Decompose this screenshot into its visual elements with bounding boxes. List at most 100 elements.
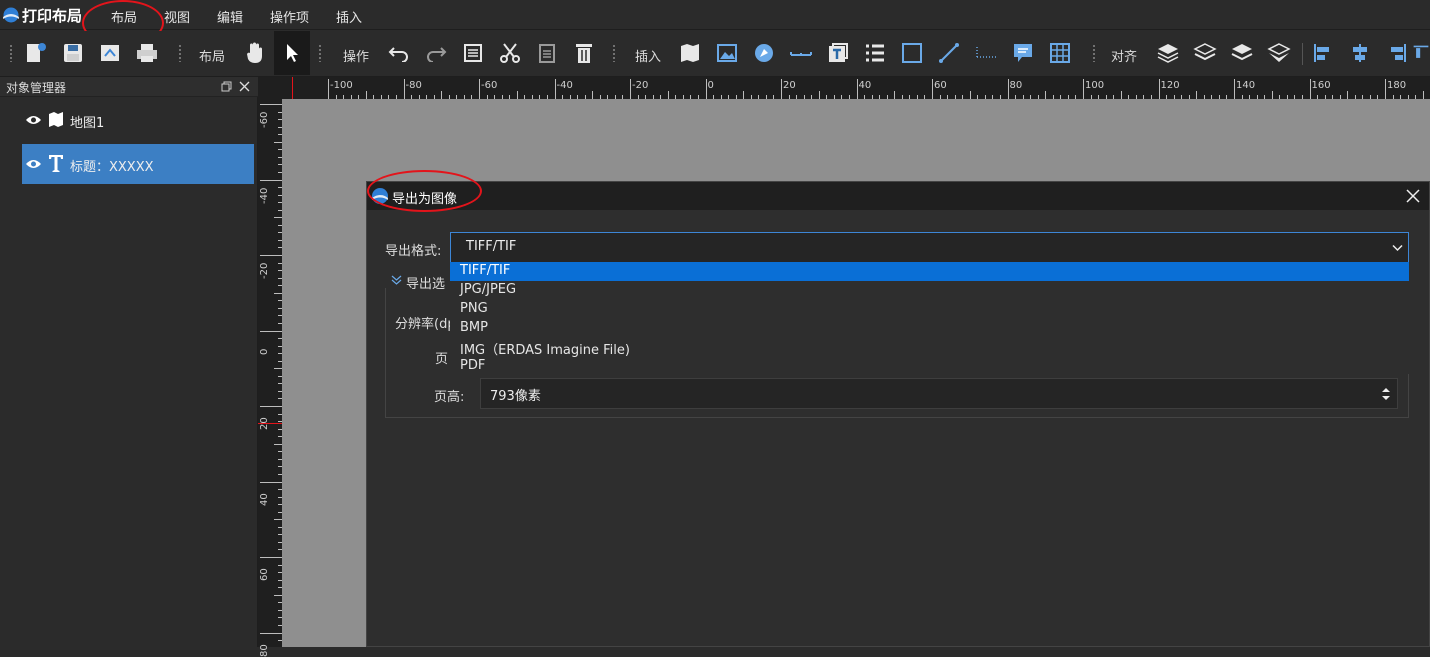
ruler-major-tick <box>260 104 282 105</box>
send-to-back-icon[interactable] <box>1261 31 1297 75</box>
horizontal-ruler: -100 -80 -60 -40 -20 0 20 40 60 80 100 120 140 160 180 <box>258 77 1430 99</box>
ruler-major-tick <box>781 79 782 99</box>
ruler-minor-tick <box>274 292 282 294</box>
ruler-label: 40 <box>259 492 270 506</box>
format-label: 导出格式: <box>385 244 442 259</box>
cut-icon[interactable] <box>492 31 528 75</box>
insert-legend-icon[interactable] <box>857 31 893 75</box>
bring-forward-icon[interactable] <box>1187 31 1223 75</box>
align-left-icon[interactable] <box>1305 31 1341 75</box>
insert-map-icon[interactable] <box>672 31 708 75</box>
delete-icon[interactable] <box>566 31 602 75</box>
export-image-dialog: 导出为图像 导出格式: TIFF/TIF 导出选 分辨率(dp 页 页高: 79… <box>366 170 1430 647</box>
ruler-minor-tick <box>274 519 282 521</box>
format-option-tiff[interactable]: TIFF/TIF <box>450 262 1409 281</box>
ruler-label: 140 <box>1236 80 1256 91</box>
ruler-label: 60 <box>259 568 270 581</box>
page-height-spinbox[interactable]: 793像素 <box>480 378 1398 409</box>
sidebar-item-map[interactable]: 地图1 <box>22 100 254 140</box>
visibility-eye-icon[interactable] <box>25 114 42 126</box>
object-manager-header: 对象管理器 <box>0 77 258 97</box>
ruler-minor-tick <box>1347 91 1349 99</box>
ruler-major-tick <box>1309 79 1311 99</box>
insert-callout-icon[interactable] <box>1005 31 1041 75</box>
insert-table-icon[interactable] <box>1042 31 1078 75</box>
toolbar-operation-label: 操作 <box>343 50 370 65</box>
sidebar-item-label: 标题：XXXXX <box>70 160 154 175</box>
insert-arrow-icon[interactable] <box>968 31 1004 75</box>
menu-view[interactable]: 视图 <box>164 7 190 26</box>
redo-icon[interactable] <box>418 31 454 75</box>
ruler-major-tick <box>1007 79 1009 99</box>
ruler-minor-tick <box>365 91 367 99</box>
format-option-jpg[interactable]: JPG/JPEG <box>450 281 1409 300</box>
ruler-major-tick <box>260 255 282 256</box>
menu-edit[interactable]: 编辑 <box>217 7 243 26</box>
toolbar: 布局 操作 插入 对齐 <box>0 31 1430 77</box>
spinner-arrows-icon[interactable] <box>1381 386 1391 402</box>
ruler-major-tick <box>260 632 282 634</box>
print-icon[interactable] <box>129 31 165 75</box>
copy-icon[interactable] <box>455 31 491 75</box>
ruler-label: -20 <box>259 262 270 279</box>
ruler-minor-tick <box>1271 91 1273 99</box>
insert-compass-icon[interactable] <box>746 31 782 75</box>
ruler-label: 100 <box>1085 80 1105 91</box>
bring-to-front-icon[interactable] <box>1150 31 1186 75</box>
ruler-major-tick <box>260 330 282 332</box>
undo-icon[interactable] <box>381 31 417 75</box>
ruler-minor-tick <box>1196 91 1198 99</box>
menu-insert[interactable]: 插入 <box>336 7 362 26</box>
align-right-icon[interactable] <box>1379 31 1415 75</box>
insert-scale-bar-icon[interactable] <box>783 31 819 75</box>
toolbar-insert-label: 插入 <box>635 50 662 65</box>
ruler-major-tick <box>1385 79 1386 99</box>
vertical-ruler: -60-40-20020406080 <box>258 99 282 657</box>
chevron-down-icon <box>1392 244 1403 252</box>
pan-hand-icon[interactable] <box>237 31 273 75</box>
align-top-icon[interactable] <box>1412 31 1430 75</box>
ruler-minor-tick <box>1045 91 1047 99</box>
insert-line-icon[interactable] <box>931 31 967 75</box>
format-select[interactable]: TIFF/TIF <box>450 232 1409 263</box>
ruler-label: 80 <box>1009 80 1023 91</box>
ruler-major-tick <box>554 79 556 99</box>
ruler-minor-tick <box>274 217 282 219</box>
text-icon <box>49 155 63 172</box>
visibility-eye-icon[interactable] <box>25 158 42 170</box>
toolbar-align-label: 对齐 <box>1111 50 1138 65</box>
format-option-bmp[interactable]: BMP <box>450 319 1409 338</box>
ruler-minor-tick <box>1422 91 1424 99</box>
close-panel-icon[interactable] <box>239 81 250 92</box>
align-center-icon[interactable] <box>1342 31 1378 75</box>
close-icon[interactable] <box>1406 189 1420 203</box>
ruler-minor-tick <box>592 91 594 99</box>
format-option-img[interactable]: IMG（ERDAS Imagine File) <box>450 338 1409 358</box>
ruler-label: -20 <box>632 80 649 91</box>
toolbar-grip <box>612 44 616 62</box>
chevron-double-down-icon[interactable] <box>391 275 402 285</box>
select-pointer-icon[interactable] <box>274 31 310 75</box>
ruler-minor-tick <box>274 443 282 445</box>
save-icon[interactable] <box>55 31 91 75</box>
insert-rectangle-icon[interactable] <box>894 31 930 75</box>
ruler-major-tick <box>1158 79 1160 99</box>
page-height-label: 页高: <box>434 390 465 405</box>
sidebar-item-title[interactable]: 标题：XXXXX <box>22 144 254 184</box>
float-panel-icon[interactable] <box>221 81 232 92</box>
menu-operations[interactable]: 操作项 <box>270 7 309 26</box>
insert-text-icon[interactable] <box>820 31 856 75</box>
export-icon[interactable] <box>92 31 128 75</box>
send-backward-icon[interactable] <box>1224 31 1260 75</box>
format-option-png[interactable]: PNG <box>450 300 1409 319</box>
format-dropdown-list: TIFF/TIF JPG/JPEG PNG BMP IMG（ERDAS Imag… <box>450 262 1409 374</box>
insert-image-icon[interactable] <box>709 31 745 75</box>
sidebar-item-label: 地图1 <box>70 116 105 131</box>
ruler-minor-tick <box>1120 91 1122 99</box>
app-logo-icon <box>3 7 19 23</box>
format-option-pdf[interactable]: PDF <box>450 357 1409 376</box>
toolbar-layout-label: 布局 <box>199 50 226 65</box>
paste-icon[interactable] <box>529 31 565 75</box>
ruler-major-tick <box>705 79 707 99</box>
new-layout-icon[interactable] <box>18 31 54 75</box>
